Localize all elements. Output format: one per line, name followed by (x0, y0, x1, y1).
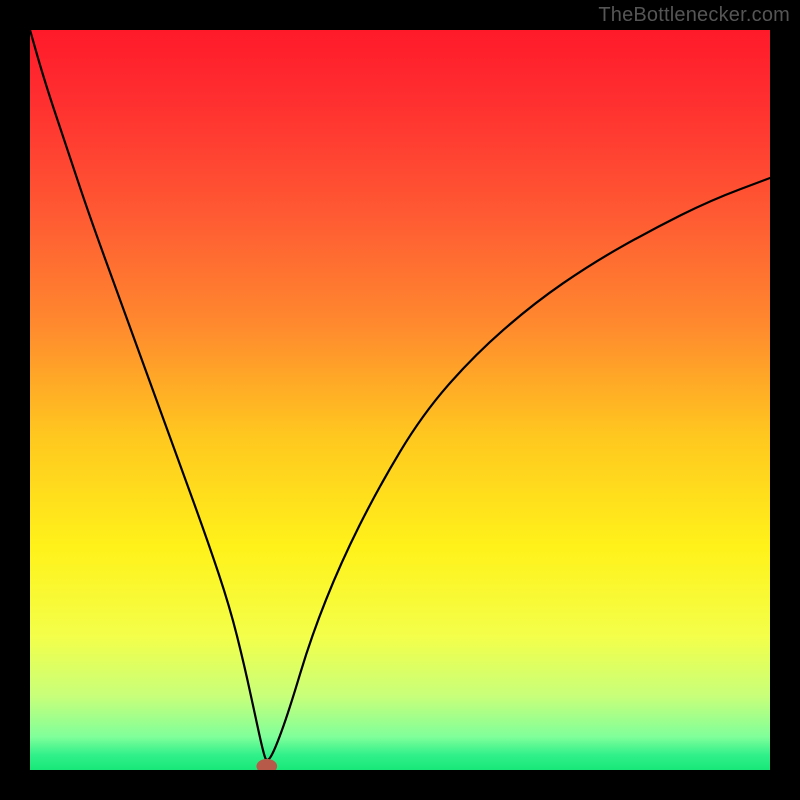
chart-svg (30, 30, 770, 770)
plot-area (30, 30, 770, 770)
gradient-background (30, 30, 770, 770)
watermark-text: TheBottlenecker.com (598, 4, 790, 27)
chart-frame: TheBottlenecker.com (0, 0, 800, 800)
